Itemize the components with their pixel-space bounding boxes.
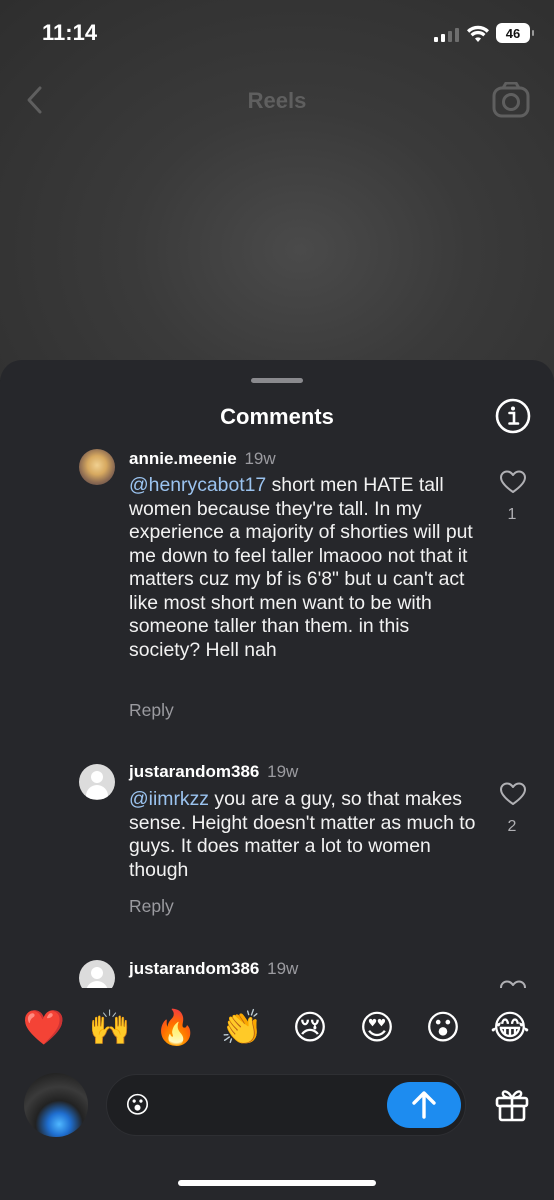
send-button[interactable] [387,1082,461,1128]
reply-button[interactable]: Reply [129,896,174,917]
comment-input[interactable]: 😮 [106,1074,466,1136]
reaction-laughing[interactable]: 😂 [488,1008,532,1048]
comment-time: 19w [244,449,276,468]
arrow-up-icon [412,1091,436,1119]
comment-meta: justarandom386 19w [129,959,298,979]
comment-composer: 😮 [0,1072,554,1152]
comments-list[interactable]: annie.meenie 19w @henrycabot17 short men… [0,446,554,988]
heart-icon[interactable] [500,782,526,806]
reaction-surprised[interactable]: 😮 [421,1008,465,1048]
reply-button[interactable]: Reply [129,700,174,721]
status-bar: 11:14 46 [0,0,554,70]
battery-indicator: 46 [496,23,534,43]
heart-icon[interactable] [500,470,526,494]
comment-text: @iimrkzz you are a guy, so that makes se… [129,788,479,882]
avatar[interactable] [79,449,115,485]
comment-mention[interactable]: @iimrkzz [129,788,209,810]
reaction-heart-eyes[interactable]: 😍 [355,1008,399,1048]
sheet-title: Comments [220,404,334,429]
comment-text: @henrycabot17 short men HATE tall women … [129,474,479,662]
camera-icon[interactable] [492,82,530,118]
comment-username[interactable]: annie.meenie [129,449,237,468]
reaction-fire[interactable]: 🔥 [154,1008,198,1048]
home-indicator[interactable] [178,1180,376,1186]
reaction-clap[interactable]: 👏 [220,1008,264,1048]
gift-icon[interactable] [494,1086,530,1122]
page-title: Reels [247,88,307,113]
reaction-crying[interactable]: 😢 [288,1008,332,1048]
reaction-heart[interactable]: ❤️ [22,1008,66,1048]
cellular-signal-icon [434,26,459,42]
comment-time: 19w [267,762,299,781]
current-user-avatar [24,1073,88,1137]
info-icon[interactable] [495,398,531,434]
reels-header: Reels [0,76,554,126]
comment-username[interactable]: justarandom386 [129,959,259,978]
input-emoji: 😮 [125,1091,151,1119]
status-time: 11:14 [42,20,98,45]
like-count: 2 [507,818,517,835]
like-count: 1 [507,506,517,523]
sheet-grabber[interactable] [251,378,303,383]
quick-reactions-bar: ❤️ 🙌 🔥 👏 😢 😍 😮 😂 [0,1000,554,1058]
comment-meta: justarandom386 19w [129,762,298,782]
comment-time: 19w [267,959,299,978]
wifi-icon [467,25,489,42]
comment-mention[interactable]: @henrycabot17 [129,474,266,496]
reaction-raised-hands[interactable]: 🙌 [88,1008,132,1048]
comment-body: short men HATE tall women because they'r… [129,474,473,661]
heart-icon[interactable] [500,980,526,988]
comments-sheet: Comments annie.meenie 19w @henrycabot17 … [0,360,554,1200]
comment-username[interactable]: justarandom386 [129,762,259,781]
avatar[interactable] [79,960,115,988]
comment-meta: annie.meenie 19w [129,449,276,469]
avatar[interactable] [79,764,115,800]
